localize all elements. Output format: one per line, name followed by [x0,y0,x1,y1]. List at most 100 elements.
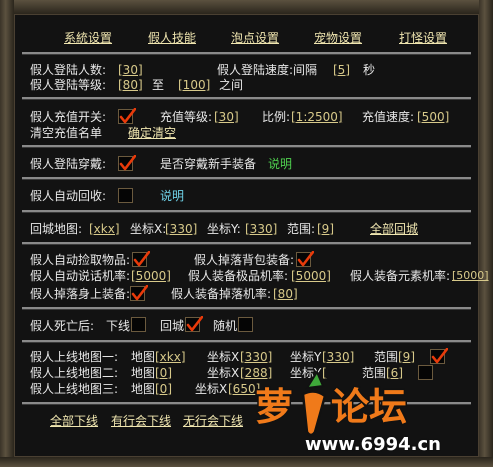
online-map-label: 假人上线地图一: [30,350,119,364]
login-level-to: 至 [152,78,165,92]
equip-drop-label: 假人装备掉落机率: [171,287,272,301]
carrot-icon [301,369,327,437]
online-map-label: 假人上线地图二: [30,366,119,380]
login-speed-value[interactable]: [5] [333,63,350,77]
divider [22,177,471,180]
online-map-map-value[interactable]: [xkx] [155,350,186,364]
talk-label: 假人自动说话机率: [30,269,131,283]
online-map-y-label: 坐标Y [290,350,322,364]
pickup-label: 假人自动捡取物品: [30,253,131,267]
checkmark-icon [119,108,136,124]
death-random-label: 随机 [213,319,238,333]
recharge-speed-label: 充值速度: [362,110,415,124]
login-level-label: 假人登陆等级: [30,78,107,92]
checkmark-icon [186,316,203,332]
city-x-label: 坐标X: [130,222,167,236]
login-count-value[interactable]: [30] [118,63,143,77]
all-offline-link[interactable]: 全部下线 [50,414,98,428]
equip-drop-value[interactable]: [80] [273,287,298,301]
divider [22,242,471,245]
online-map-x-label: 坐标X [207,350,240,364]
recharge-switch-label: 假人充值开关: [30,110,107,124]
login-level-max[interactable]: [100] [178,78,210,92]
equip-explain-link[interactable]: 说明 [268,157,292,171]
recharge-switch-checkbox[interactable] [118,108,136,124]
recycle-checkbox[interactable] [118,188,133,203]
recycle-explain-link[interactable]: 说明 [160,189,184,203]
top-equip-label: 假人装备极品机率: [188,269,289,283]
death-label: 假人死亡后: [30,319,95,333]
online-map-range-value[interactable]: [9] [398,350,415,364]
online-map-y-value[interactable]: [330] [322,350,354,364]
divider [22,307,471,310]
online-map-map-value[interactable]: [0] [155,366,172,380]
frame-left [0,0,14,467]
tab-afk-points[interactable]: 泡点设置 [231,31,279,45]
death-random-checkbox[interactable] [238,317,253,332]
recharge-clear-label: 清空充值名单 [30,126,103,140]
city-y-value[interactable]: [330] [245,222,277,236]
login-count-label: 假人登陆人数: [30,63,107,77]
tab-system-settings[interactable]: 系統设置 [64,31,112,45]
watermark-title-2: 论坛 [331,385,407,429]
login-speed-unit: 秒 [363,63,376,77]
watermark-logo: 萝 论坛 www.6994.cn [254,369,443,457]
bag-drop-checkbox[interactable] [296,251,314,267]
death-return-label: 回城 [160,319,185,333]
equip-newbie-label: 是否穿戴新手装备 [160,157,257,171]
window: 系統设置 假人技能 泡点设置 宠物设置 打怪设置 假人登陆人数: [30] 假人… [0,0,493,467]
death-offline-checkbox[interactable] [131,317,146,332]
checkmark-icon [431,348,448,364]
city-y-label: 坐标Y: [207,222,241,236]
city-x-value[interactable]: [330] [165,222,197,236]
login-speed-label: 假人登陆速度:间隔 [217,63,318,77]
recharge-ratio-label: 比例: [262,110,291,124]
body-drop-checkbox[interactable] [130,285,148,301]
city-map-label: 回城地图: [30,222,83,236]
login-level-min[interactable]: [80] [118,78,143,92]
recharge-speed-value[interactable]: [500] [417,110,449,124]
online-map-map-value[interactable]: [0] [155,382,172,396]
guild-offline-link[interactable]: 有行会下线 [111,414,171,428]
talk-value[interactable]: [5000] [131,269,171,283]
divider [22,340,471,343]
recycle-label: 假人自动回收: [30,189,107,203]
no-guild-offline-link[interactable]: 无行会下线 [183,414,243,428]
equip-wear-checkbox[interactable] [118,155,136,171]
recharge-clear-link[interactable]: 确定清空 [128,126,176,140]
online-map-map-label: 地图 [131,350,156,364]
equip-wear-label: 假人登陆穿戴: [30,157,107,171]
tab-monster-settings[interactable]: 打怪设置 [399,31,447,45]
tab-pet-settings[interactable]: 宠物设置 [314,31,362,45]
divider [22,52,471,55]
divider [22,145,471,148]
checkmark-icon [131,285,148,301]
recharge-ratio-value[interactable]: [1:2500] [291,110,343,124]
death-offline-label: 下线 [106,319,131,333]
tab-bot-skills[interactable]: 假人技能 [148,31,196,45]
city-map-value[interactable]: [xkx] [89,222,120,236]
watermark-title: 萝 [255,385,293,429]
checkmark-icon [119,155,136,171]
recharge-level-value[interactable]: [30] [214,110,239,124]
city-range-value[interactable]: [9] [317,222,334,236]
online-map-x-label: 坐标X [207,366,240,380]
online-map-checkbox[interactable] [430,348,448,364]
login-level-between: 之间 [219,78,244,92]
death-return-checkbox[interactable] [185,316,203,332]
online-map-map-label: 地图 [131,366,156,380]
frame-top [0,0,493,14]
body-drop-label: 假人掉落身上装备: [30,287,131,301]
pickup-checkbox[interactable] [132,251,150,267]
checkmark-icon [133,251,150,267]
element-value[interactable]: [5000] [452,269,489,283]
element-label: 假人装备元素机率: [350,269,451,283]
divider [22,97,471,100]
frame-bottom [0,457,493,467]
divider [22,210,471,213]
top-equip-value[interactable]: [5000] [291,269,331,283]
online-map-x-label: 坐标X [195,382,228,396]
all-return-city-link[interactable]: 全部回城 [370,222,418,236]
watermark-url: www.6994.cn [305,434,441,455]
online-map-x-value[interactable]: [330] [240,350,272,364]
